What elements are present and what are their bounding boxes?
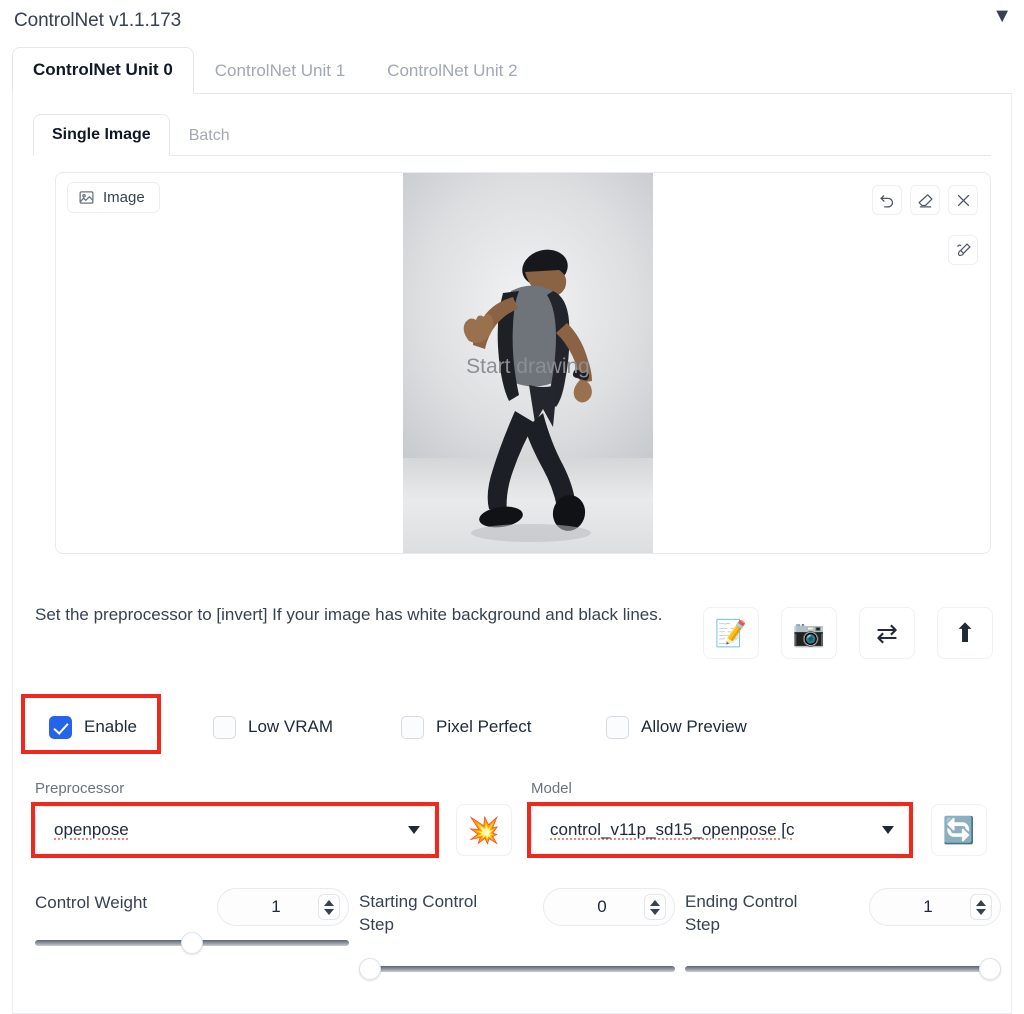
chevron-down-icon[interactable]	[976, 908, 986, 915]
checkbox-pixel-perfect-box[interactable]	[401, 715, 424, 739]
image-badge: Image	[67, 182, 160, 213]
checkbox-allow-preview-box[interactable]	[606, 715, 629, 739]
tab-controlnet-unit-1[interactable]: ControlNet Unit 1	[194, 48, 366, 94]
slider-handle[interactable]	[181, 932, 203, 954]
slider-track	[359, 966, 675, 972]
tab-single-image[interactable]: Single Image	[33, 114, 170, 156]
close-icon[interactable]	[948, 185, 978, 215]
source-tab-strip: Single Image Batch	[33, 112, 991, 156]
image-preview[interactable]: Start drawing	[403, 173, 653, 553]
control-weight-stepper[interactable]	[318, 894, 340, 920]
ending-control-step-label: Ending Control Step	[685, 892, 798, 934]
open-new-canvas-button[interactable]: 📝	[703, 607, 759, 659]
ending-control-step-value: 1	[923, 897, 933, 916]
image-badge-label: Image	[103, 189, 145, 206]
chevron-up-icon[interactable]	[976, 899, 986, 906]
undo-icon[interactable]	[872, 185, 902, 215]
preprocessor-label: Preprocessor	[35, 780, 125, 797]
preprocessor-value: openpose	[54, 820, 129, 839]
image-drop-area[interactable]: Image Start drawing	[55, 172, 991, 554]
tab-batch[interactable]: Batch	[170, 115, 249, 156]
controlnet-panel: ControlNet v1.1.173 ▼ ControlNet Unit 0 …	[0, 0, 1024, 1014]
chevron-down-icon[interactable]: ▼	[992, 6, 1012, 26]
control-weight-label: Control Weight	[35, 893, 148, 912]
checkbox-pixel-perfect-label: Pixel Perfect	[436, 717, 532, 736]
chevron-down-icon[interactable]	[650, 908, 660, 915]
control-weight-input[interactable]: 1	[217, 888, 349, 926]
image-icon	[78, 189, 95, 206]
brush-icon[interactable]	[948, 235, 978, 265]
checkbox-allow-preview-label: Allow Preview	[641, 717, 747, 736]
unit-tab-strip: ControlNet Unit 0 ControlNet Unit 1 Cont…	[12, 46, 1012, 94]
send-dimensions-button[interactable]: ⬆	[937, 607, 993, 659]
tab-controlnet-unit-2[interactable]: ControlNet Unit 2	[366, 48, 538, 94]
image-tool-row-primary	[872, 185, 978, 215]
options-checkbox-row: Enable Low VRAM Pixel Perfect Allow Prev…	[35, 702, 995, 752]
checkbox-low-vram[interactable]: Low VRAM	[213, 715, 401, 739]
starting-control-step-stepper[interactable]	[644, 894, 666, 920]
model-dropdown[interactable]: control_v11p_sd15_openpose [c	[531, 806, 909, 854]
eraser-icon[interactable]	[910, 185, 940, 215]
slider-handle[interactable]	[979, 958, 1001, 980]
chevron-up-icon[interactable]	[650, 899, 660, 906]
checkbox-allow-preview[interactable]: Allow Preview	[606, 715, 747, 739]
ending-control-step-slider[interactable]	[685, 958, 1001, 980]
dancer-photo-silhouette	[463, 249, 592, 542]
preprocessor-hint: Set the preprocessor to [invert] If your…	[35, 605, 663, 624]
checkbox-enable-label: Enable	[84, 717, 137, 736]
preprocessor-dropdown[interactable]: openpose	[35, 806, 435, 854]
ending-control-step-stepper[interactable]	[970, 894, 992, 920]
ending-control-step-input[interactable]: 1	[869, 888, 1001, 926]
model-value: control_v11p_sd15_openpose [c	[550, 820, 795, 839]
image-action-row: 📝 📷 ⇄ ⬆	[703, 607, 993, 659]
checkbox-low-vram-box[interactable]	[213, 715, 236, 739]
unit-body-panel: Single Image Batch Image Start drawing S…	[12, 94, 1012, 1014]
slider-handle[interactable]	[359, 958, 381, 980]
checkbox-pixel-perfect[interactable]: Pixel Perfect	[401, 715, 606, 739]
mirror-webcam-button[interactable]: ⇄	[859, 607, 915, 659]
chevron-down-icon	[408, 826, 420, 834]
model-label: Model	[531, 780, 572, 797]
starting-control-step-value: 0	[597, 897, 607, 916]
chevron-up-icon[interactable]	[324, 899, 334, 906]
starting-control-step-slider[interactable]	[359, 958, 675, 980]
page-title: ControlNet v1.1.173	[14, 10, 182, 31]
chevron-down-icon	[882, 826, 894, 834]
checkbox-enable[interactable]: Enable	[35, 715, 213, 739]
checkbox-enable-box[interactable]	[49, 715, 72, 739]
refresh-models-button[interactable]: 🔄	[931, 804, 987, 856]
webcam-button[interactable]: 📷	[781, 607, 837, 659]
control-weight-slider[interactable]	[35, 932, 349, 954]
chevron-down-icon[interactable]	[324, 908, 334, 915]
starting-control-step-label: Starting Control Step	[359, 892, 478, 934]
checkbox-low-vram-label: Low VRAM	[248, 717, 334, 736]
control-weight-value: 1	[271, 897, 281, 916]
run-preprocessor-button[interactable]: 💥	[456, 804, 512, 856]
slider-track	[685, 966, 1001, 972]
image-tool-row-secondary	[948, 235, 978, 265]
starting-control-step-input[interactable]: 0	[543, 888, 675, 926]
tab-controlnet-unit-0[interactable]: ControlNet Unit 0	[12, 47, 194, 94]
accordion-header[interactable]: ControlNet v1.1.173	[0, 0, 1024, 42]
